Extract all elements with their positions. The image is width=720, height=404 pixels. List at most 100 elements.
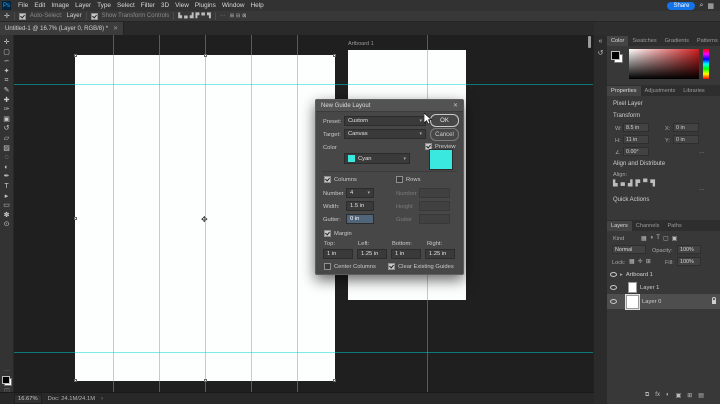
layers-action-icon[interactable]: fx [655,392,660,399]
search-icon[interactable]: ⌕ [699,2,703,10]
align-icon[interactable]: ▄ [621,180,625,187]
align-icon[interactable]: ▛ [636,180,641,187]
guide-horizontal-bottom[interactable] [14,352,593,353]
artboard-label[interactable]: Artboard 1 [348,41,374,47]
color-swatch-large[interactable] [429,149,453,170]
menu-item[interactable]: Select [114,2,138,9]
transform-handle[interactable] [74,217,77,220]
transform-handle[interactable] [74,379,77,382]
healing-brush-tool-icon[interactable]: ✚ [4,96,10,106]
columns-option[interactable]: Columns [324,176,357,183]
menu-item[interactable]: Filter [138,2,158,9]
menu-item[interactable]: Layer [72,2,94,9]
visibility-eye-icon[interactable] [610,285,617,290]
opacity-field[interactable]: 100% [677,245,701,254]
auto-select-dropdown[interactable]: Layer [67,13,82,19]
margin-top-field[interactable]: 1 in [323,249,353,259]
layers-action-icon[interactable]: ◐ [666,392,670,399]
dock-icon[interactable]: « [599,38,603,45]
auto-select-checkbox[interactable] [19,13,26,20]
more-options-icon[interactable]: ··· [220,13,226,19]
cancel-button[interactable]: Cancel [430,128,459,141]
align-icon[interactable]: ▜ [650,180,655,187]
center-columns-option[interactable]: Center Columns [324,263,376,270]
guide-vertical-5[interactable] [297,35,298,392]
preset-dropdown[interactable]: Custom▾ [344,116,426,126]
blend-mode-dropdown[interactable]: Normal [612,245,646,254]
layer-row-artboard[interactable]: ▸ Artboard 1 [607,268,720,281]
pen-tool-icon[interactable]: ✒ [4,172,10,182]
transform-handle[interactable] [333,54,336,57]
number-field[interactable]: 4▾ [346,188,374,198]
tab-layers[interactable]: Layers [607,221,632,231]
hue-slider[interactable] [703,49,709,79]
type-tool-icon[interactable]: T [4,182,8,192]
mode-icon[interactable]: ⊠ [242,13,246,19]
align-icon[interactable]: ▙ [178,13,182,19]
tab-gradients[interactable]: Gradients [661,36,693,46]
fill-field[interactable]: 100% [677,257,701,266]
path-select-tool-icon[interactable]: ▸ [5,192,9,202]
hand-tool-icon[interactable]: ✽ [4,211,10,221]
layers-action-icon[interactable]: ▣ [676,392,682,399]
menu-item[interactable]: Window [219,2,248,9]
blur-tool-icon[interactable]: ◌ [4,153,8,163]
tab-swatches[interactable]: Swatches [628,36,660,46]
align-more-icon[interactable]: ··· [699,187,705,193]
gradient-tool-icon[interactable]: ▨ [3,144,10,154]
tab-paths[interactable]: Paths [663,221,685,231]
marquee-tool-icon[interactable]: ▢ [3,48,10,58]
color-picker-field[interactable] [629,49,699,79]
foreground-color-chip[interactable] [611,51,620,60]
x-field[interactable]: 0 in [673,123,699,132]
workspace-icon[interactable]: ▦ [707,2,714,10]
angle-field[interactable]: 0.00° [623,147,649,156]
document-tab[interactable]: Untitled-1 @ 16.7% (Layer 0, RGB/8) * ✕ [0,22,124,35]
filter-icon[interactable]: ▢ [663,235,669,242]
dock-icon[interactable]: ↺ [598,49,604,57]
layers-action-icon[interactable]: ▤ [698,392,704,399]
transform-handle[interactable] [333,379,336,382]
target-dropdown[interactable]: Canvas▾ [344,129,426,139]
brush-tool-icon[interactable]: ✑ [4,105,10,115]
align-icon[interactable]: ▀ [201,13,205,19]
w-field[interactable]: 8.5 in [623,123,649,132]
transform-section-header[interactable]: Transform [613,113,640,119]
guide-vertical-1[interactable] [113,35,114,392]
crop-tool-icon[interactable]: ⌗ [5,76,9,86]
menu-item[interactable]: Help [248,2,267,9]
align-icon[interactable]: ▛ [196,13,200,19]
menu-item[interactable]: Edit [31,2,48,9]
guide-vertical-2[interactable] [159,35,160,392]
tab-channels[interactable]: Channels [632,221,664,231]
magic-wand-tool-icon[interactable]: ✦ [4,67,10,77]
history-brush-tool-icon[interactable]: ↺ [4,124,10,134]
align-icon[interactable]: ▙ [613,180,618,187]
layers-action-icon[interactable]: ⧉ [645,392,649,399]
tab-close-icon[interactable]: ✕ [113,25,118,32]
ok-button[interactable]: OK [430,114,459,127]
transform-more-icon[interactable]: ··· [699,150,705,156]
share-button[interactable]: Share [667,2,695,10]
shape-tool-icon[interactable]: ▭ [3,201,10,211]
menu-item[interactable]: Plugins [192,2,219,9]
canvas-area[interactable]: Artboard 1 ✥ [14,35,593,392]
layers-action-icon[interactable]: ⊞ [687,392,692,399]
transform-handle[interactable] [74,54,77,57]
visibility-eye-icon[interactable] [610,299,617,304]
margin-left-field[interactable]: 1.25 in [357,249,387,259]
eraser-tool-icon[interactable]: ▱ [4,134,9,144]
edit-toolbar-icon[interactable]: ··· [4,368,10,374]
transform-handle[interactable] [204,54,207,57]
h-field[interactable]: 11 in [623,135,649,144]
align-section-header[interactable]: Align and Distribute [613,161,665,167]
filter-icon[interactable]: T [656,235,660,242]
filter-icon[interactable]: ▦ [641,235,647,242]
canvas-scrollbar-thumb[interactable] [588,36,591,48]
dialog-close-icon[interactable]: ✕ [453,102,458,109]
show-transform-checkbox[interactable] [91,13,98,20]
clear-existing-checkbox[interactable] [388,263,395,270]
expand-chevron-icon[interactable]: ▸ [620,272,623,278]
dodge-tool-icon[interactable]: ◐ [4,163,8,173]
menu-item[interactable]: Type [94,2,114,9]
